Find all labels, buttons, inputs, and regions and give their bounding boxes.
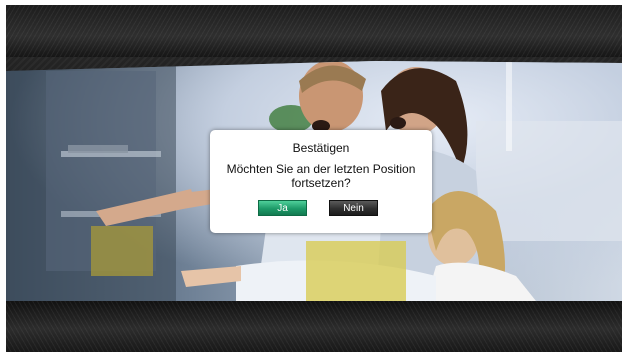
dialog-title: Bestätigen [292, 141, 350, 155]
bottom-decorative-band [6, 301, 622, 352]
dialog-message: Möchten Sie an der letzten Position fort… [210, 162, 432, 190]
yes-button[interactable]: Ja [258, 200, 307, 216]
dialog-message-line-2: fortsetzen? [291, 176, 351, 190]
confirm-dialog: Bestätigen Möchten Sie an der letzten Po… [210, 130, 432, 233]
dialog-message-line-1: Möchten Sie an der letzten Position [226, 162, 416, 176]
no-button[interactable]: Nein [329, 200, 378, 216]
top-decorative-band [6, 5, 622, 57]
